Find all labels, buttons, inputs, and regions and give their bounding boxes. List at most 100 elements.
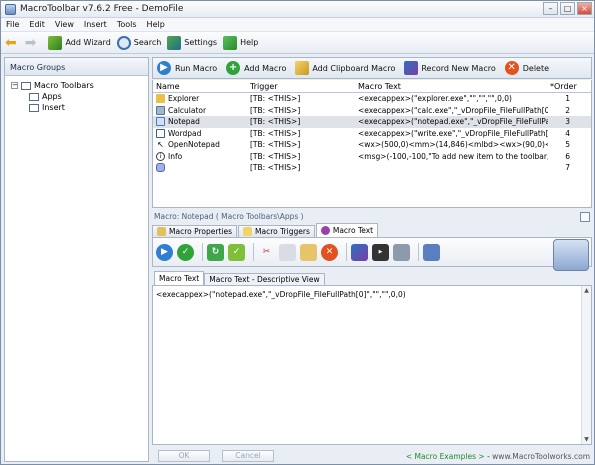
help-button[interactable]: Help: [223, 34, 258, 52]
add-wizard-button[interactable]: Add Wizard: [48, 34, 111, 52]
editor-scrollbar[interactable]: ▲ ▼: [581, 286, 591, 444]
list-icon[interactable]: [423, 243, 440, 261]
menu-insert[interactable]: Insert: [79, 20, 112, 29]
menu-tools[interactable]: Tools: [112, 20, 142, 29]
macro-text-editor[interactable]: <execappex>("notepad.exe","_vDropFile_Fi…: [152, 285, 592, 445]
ok-button[interactable]: OK: [158, 450, 210, 462]
subtab-descriptive-view[interactable]: Macro Text - Descriptive View: [204, 273, 325, 285]
row-order: 4: [565, 128, 570, 138]
minimize-button[interactable]: –: [543, 2, 558, 15]
row-trigger: [TB: <THIS>]: [250, 117, 301, 127]
tree-node-apps[interactable]: Apps: [11, 91, 148, 102]
toolbar-folder-icon: [29, 103, 39, 112]
wordpad-icon: [156, 128, 165, 138]
row-macro-text: <msg>(-100,-100,"To add new item to the …: [358, 151, 548, 161]
row-name: Info: [168, 151, 183, 161]
column-header-macro-text[interactable]: Macro Text: [358, 82, 548, 91]
info-icon: i: [156, 151, 165, 161]
macro-groups-header: Macro Groups: [5, 58, 148, 76]
row-trigger: [TB: <THIS>]: [250, 140, 301, 150]
row-macro-text: <execappex>("write.exe","_vDropFile_File…: [358, 128, 548, 138]
tab-macro-triggers[interactable]: Macro Triggers: [238, 225, 315, 237]
start-icon[interactable]: ▶: [372, 243, 389, 261]
close-button[interactable]: ×: [577, 2, 592, 15]
cancel-button[interactable]: Cancel: [222, 450, 274, 462]
column-header-order[interactable]: *Order: [548, 82, 590, 91]
table-row-selected[interactable]: Notepad [TB: <THIS>] <execappex>("notepa…: [153, 116, 591, 128]
delete-button[interactable]: ✕ Delete: [504, 61, 549, 75]
row-macro-text: <execappex>("calc.exe","_vDropFile_FileF…: [358, 105, 548, 115]
subtab-macro-text[interactable]: Macro Text: [154, 271, 205, 285]
search-button[interactable]: Search: [116, 34, 161, 52]
website-link[interactable]: www.MacroToolworks.com: [492, 452, 590, 461]
record-new-macro-button[interactable]: Record New Macro: [404, 61, 496, 75]
table-row[interactable]: i Info [TB: <THIS>] <msg>(-100,-100,"To a…: [153, 151, 591, 163]
row-trigger: [TB: <THIS>]: [250, 128, 301, 138]
tab-label: Macro Triggers: [255, 227, 310, 236]
menu-view[interactable]: View: [50, 20, 79, 29]
column-header-name[interactable]: Name: [153, 82, 250, 91]
macros-pane: ▶ Run Macro + Add Macro Add Clipboard Macr…: [152, 57, 592, 462]
status-links: < Macro Examples > - www.MacroToolworks.…: [406, 452, 590, 461]
column-header-trigger[interactable]: Trigger: [250, 82, 358, 91]
macro-big-icon[interactable]: [553, 239, 589, 271]
run-icon[interactable]: ▶: [156, 243, 173, 261]
add-clipboard-macro-button[interactable]: Add Clipboard Macro: [295, 61, 395, 75]
tree-node-label: Macro Toolbars: [34, 81, 94, 90]
tree-node-macro-toolbars[interactable]: − Macro Toolbars: [11, 80, 148, 91]
cmd-icon[interactable]: ↻: [207, 243, 224, 261]
macro-tabs: Macro Properties Macro Triggers Macro Te…: [152, 223, 592, 237]
record-icon[interactable]: [351, 243, 368, 261]
table-row[interactable]: Explorer [TB: <THIS>] <execappex>("explo…: [153, 93, 591, 105]
table-row[interactable]: Calculator [TB: <THIS>] <execappex>("cal…: [153, 105, 591, 117]
table-header: Name Trigger Macro Text *Order: [153, 80, 591, 93]
scroll-down-icon[interactable]: ▼: [582, 435, 591, 444]
properties-icon: [157, 227, 166, 236]
collapse-icon[interactable]: −: [11, 82, 18, 89]
window-title: MacroToolbar v7.6.2 Free - DemoFile: [20, 4, 184, 14]
copy-icon[interactable]: [279, 243, 296, 261]
forward-button[interactable]: ➡: [25, 34, 39, 52]
back-button[interactable]: ⬅: [5, 34, 19, 52]
macro-examples-link[interactable]: < Macro Examples >: [406, 452, 485, 461]
add-macro-label: Add Macro: [244, 63, 287, 73]
macro-path-label: Macro: Notepad ( Macro Toolbars\Apps ): [154, 212, 304, 221]
step-icon[interactable]: [393, 243, 410, 261]
menu-file[interactable]: File: [1, 20, 24, 29]
record-icon: [404, 61, 419, 75]
title-bar: MacroToolbar v7.6.2 Free - DemoFile – □ …: [1, 1, 594, 18]
wizard-icon: [48, 35, 63, 50]
row-name: Explorer: [168, 94, 200, 104]
run-macro-button[interactable]: ▶ Run Macro: [157, 61, 217, 75]
main-toolbar: ⬅ ➡ Add Wizard Search Settings Help: [1, 32, 594, 54]
check-icon[interactable]: ✓: [177, 243, 194, 261]
row-trigger: [TB: <THIS>]: [250, 94, 301, 104]
explorer-icon: [156, 94, 165, 104]
settings-button[interactable]: Settings: [167, 34, 217, 52]
tab-label: Macro Properties: [169, 227, 232, 236]
tab-macro-text[interactable]: Macro Text: [315, 223, 379, 237]
maximize-button[interactable]: □: [560, 2, 575, 15]
cursor-icon: ↖: [157, 140, 164, 150]
paste-icon[interactable]: [300, 243, 317, 261]
macro-toolbar: ▶ Run Macro + Add Macro Add Clipboard Macr…: [152, 57, 592, 79]
table-row[interactable]: ↖ OpenNotepad [TB: <THIS>] <wx>(500,0)<mm…: [153, 139, 591, 151]
delete-icon[interactable]: ✕: [321, 243, 338, 261]
menu-edit[interactable]: Edit: [24, 20, 50, 29]
tab-macro-properties[interactable]: Macro Properties: [152, 225, 237, 237]
cmd-check-icon[interactable]: ✓: [228, 243, 245, 261]
cut-icon[interactable]: ✂: [258, 244, 275, 261]
scroll-up-icon[interactable]: ▲: [582, 286, 591, 295]
tree-node-insert[interactable]: Insert: [11, 102, 148, 113]
row-trigger: [TB: <THIS>]: [250, 163, 301, 173]
tree-node-label: Insert: [42, 103, 65, 112]
menu-help[interactable]: Help: [142, 20, 170, 29]
add-macro-button[interactable]: + Add Macro: [226, 61, 286, 75]
table-row[interactable]: [TB: <THIS>] 7: [153, 162, 591, 174]
dock-icon[interactable]: [580, 212, 590, 222]
toolbar-separator: [253, 243, 254, 261]
editor-toolbar: ▶ ✓ ↻ ✓ ✂ ✕ ▶: [152, 237, 592, 271]
row-macro-text: <execappex>("explorer.exe","","","",0,0): [358, 94, 512, 104]
row-name: Wordpad: [168, 128, 202, 138]
table-row[interactable]: Wordpad [TB: <THIS>] <execappex>("write.…: [153, 128, 591, 140]
